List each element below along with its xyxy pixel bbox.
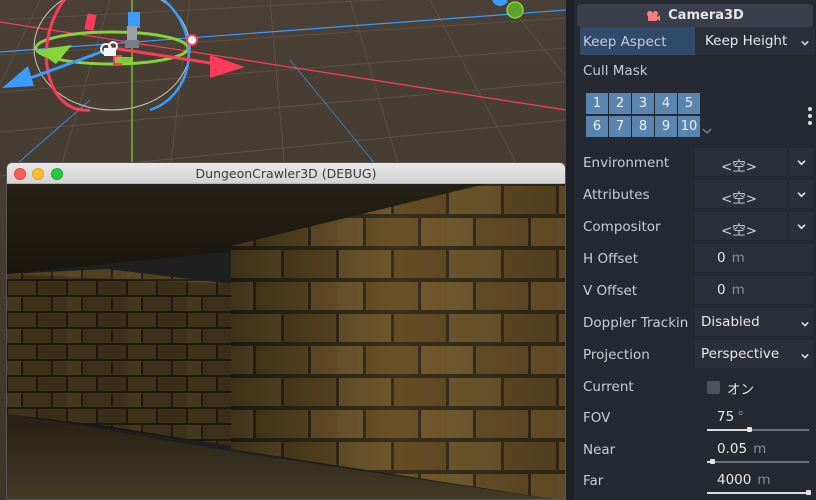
cull-layer-8[interactable]: 8 [632,116,654,137]
projection-row: Projection Perspective [577,340,815,370]
chevron-down-icon[interactable] [801,320,809,328]
cull-mask-menu-icon[interactable] [807,107,813,125]
far-row: Far 4000 m [577,466,815,496]
compositor-dropdown-button[interactable] [789,212,813,240]
chevron-down-icon[interactable] [801,352,809,360]
current-checkbox[interactable] [707,381,720,394]
far-label: Far [583,473,604,489]
near-number[interactable]: 0.05 [717,441,747,457]
h-offset-number[interactable]: 0 [717,250,726,266]
game-view[interactable] [7,184,566,500]
fov-slider-fill [707,429,750,431]
cull-mask-grid[interactable]: 1 2 3 4 5 6 7 8 9 10 [586,93,700,137]
near-unit: m [753,441,767,457]
inspector-title: Camera3D [668,8,744,23]
environment-label: Environment [583,155,670,171]
attributes-dropdown-button[interactable] [789,180,813,208]
doppler-tracking-label: Doppler Trackin [583,315,689,331]
h-offset-row: H Offset 0m [577,244,815,274]
cull-layer-5[interactable]: 5 [678,93,700,114]
cull-layer-1[interactable]: 1 [586,93,608,114]
cull-mask-row: Cull Mask [577,56,815,86]
fov-label: FOV [583,410,611,426]
window-title: DungeonCrawler3D (DEBUG) [195,166,377,181]
v-offset-field[interactable] [695,276,813,304]
far-value[interactable]: 4000 m [717,472,771,488]
v-offset-label: V Offset [583,283,638,299]
cull-expand-chevron-icon[interactable] [702,127,712,135]
h-offset-label: H Offset [583,251,639,267]
current-label: Current [583,379,634,395]
camera-icon [647,10,661,21]
far-number[interactable]: 4000 [717,472,751,488]
compositor-row: Compositor <空> [577,212,815,242]
near-slider-handle[interactable] [710,459,716,464]
near-slider-track[interactable] [707,461,809,463]
far-slider-fill [707,492,809,494]
inspector-panel: Camera3D Keep Aspect Keep Height Cull Ma… [566,0,816,500]
far-slider-handle[interactable] [806,490,811,495]
near-label: Near [583,442,616,458]
attributes-label: Attributes [583,187,650,203]
window-title-bar[interactable]: DungeonCrawler3D (DEBUG) [7,163,565,184]
cull-layer-9[interactable]: 9 [655,116,677,137]
keep-aspect-row: Keep Aspect Keep Height [577,27,815,57]
chevron-down-icon [797,192,806,198]
keep-aspect-value[interactable]: Keep Height [705,33,787,49]
v-offset-unit: m [731,282,745,298]
near-value[interactable]: 0.05 m [717,441,766,457]
environment-value[interactable]: <空> [721,155,757,175]
cull-layer-7[interactable]: 7 [609,116,631,137]
cull-layer-10[interactable]: 10 [678,116,700,137]
environment-row: Environment <空> [577,148,815,178]
v-offset-row: V Offset 0m [577,276,815,306]
compositor-value[interactable]: <空> [721,219,757,239]
chevron-down-icon[interactable] [801,39,809,47]
cull-layer-6[interactable]: 6 [586,116,608,137]
near-row: Near 0.05 m [577,435,815,465]
inspector-header[interactable]: Camera3D [577,4,813,27]
keep-aspect-label: Keep Aspect [583,34,667,50]
game-debug-window[interactable]: DungeonCrawler3D (DEBUG) [6,162,566,500]
cull-mask-label: Cull Mask [583,63,648,79]
environment-dropdown-button[interactable] [789,148,813,176]
h-offset-unit: m [731,250,745,266]
compositor-label: Compositor [583,219,661,235]
current-row: Current オン [577,372,815,402]
chevron-down-icon [797,160,806,166]
cull-layer-3[interactable]: 3 [632,93,654,114]
doppler-tracking-row: Doppler Trackin Disabled [577,308,815,338]
projection-value[interactable]: Perspective [701,346,779,362]
attributes-row: Attributes <空> [577,180,815,210]
fov-unit: ° [737,409,744,425]
fov-number[interactable]: 75 [717,409,734,425]
current-checkbox-label[interactable]: オン [727,378,754,398]
fov-value[interactable]: 75 ° [717,409,744,425]
fov-slider-handle[interactable] [746,427,752,432]
h-offset-field[interactable] [695,244,813,272]
chevron-down-icon [797,224,806,230]
attributes-value[interactable]: <空> [721,187,757,207]
cull-layer-2[interactable]: 2 [609,93,631,114]
far-unit: m [757,472,771,488]
fov-row: FOV 75 ° [577,403,815,433]
h-offset-value[interactable]: 0m [717,250,745,266]
axis-y-dot [506,1,524,19]
projection-label: Projection [583,347,650,363]
v-offset-value[interactable]: 0m [717,282,745,298]
cull-layer-4[interactable]: 4 [655,93,677,114]
doppler-tracking-value[interactable]: Disabled [701,314,760,330]
v-offset-number[interactable]: 0 [717,282,726,298]
